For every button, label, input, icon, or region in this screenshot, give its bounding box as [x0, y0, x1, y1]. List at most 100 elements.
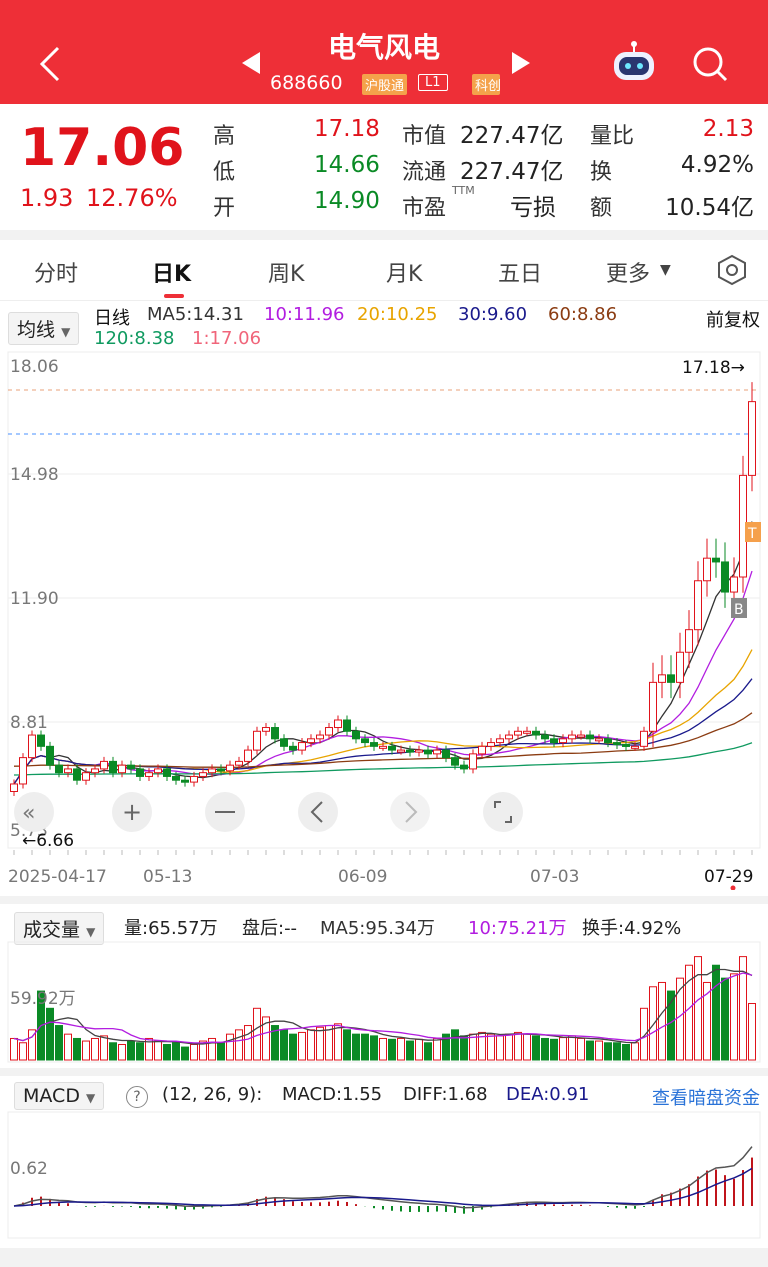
t-marker-label: T	[747, 526, 757, 542]
next-stock-icon[interactable]	[510, 50, 532, 76]
candle-body	[685, 629, 693, 653]
candle-body	[649, 681, 657, 732]
volume-chart[interactable]: 59.92万	[0, 940, 768, 1064]
tab-monthly[interactable]: 月K	[386, 256, 422, 288]
candle-body	[280, 738, 288, 747]
volume-bar	[712, 964, 720, 1061]
high-label: 高	[213, 124, 236, 149]
tab-intraday[interactable]: 分时	[34, 256, 78, 288]
settings-hexagon-icon[interactable]	[716, 254, 748, 286]
candles	[10, 382, 756, 797]
candle-body	[676, 651, 684, 683]
volume-bar	[280, 1029, 288, 1061]
tab-more[interactable]: 更多	[606, 256, 650, 288]
volume-bar	[433, 1037, 441, 1061]
candle-body	[577, 734, 585, 738]
float-cap-label: 流通	[402, 160, 447, 185]
after-hours-value: 盘后:--	[242, 918, 298, 939]
volume-bar	[649, 986, 657, 1061]
macd-dropdown-label: MACD	[23, 1085, 80, 1107]
volume-bar	[550, 1038, 558, 1061]
volume-bar	[19, 1042, 27, 1061]
candle-body	[91, 768, 99, 774]
search-icon[interactable]	[690, 44, 730, 84]
candle-body	[487, 742, 495, 747]
candle-body	[100, 760, 108, 770]
ma10-line	[13, 570, 753, 785]
ma20-line	[13, 649, 753, 785]
y-label: 8.81	[10, 713, 48, 733]
volume-bar	[721, 977, 729, 1061]
y-label: 14.98	[10, 465, 59, 485]
candle-body	[379, 745, 387, 749]
candle-body	[298, 742, 306, 751]
top-bar: 电气风电 688660 沪股通 L1 科创	[0, 0, 768, 104]
candle-body	[181, 779, 189, 783]
candle-body	[262, 727, 270, 732]
candle-body	[307, 738, 315, 744]
more-caret-icon[interactable]: ▼	[660, 262, 671, 278]
ma-dropdown[interactable]: 均线 ▼	[8, 312, 80, 345]
y-label: 11.90	[10, 589, 59, 609]
volume-bar	[424, 1042, 432, 1061]
price-change: 1.93	[20, 184, 74, 212]
macd-dropdown[interactable]: MACD ▼	[14, 1082, 105, 1110]
candle-body	[109, 760, 117, 774]
candle-body	[532, 730, 540, 736]
candle-body	[694, 580, 702, 631]
macd-chart[interactable]: 0.62	[0, 1110, 768, 1240]
volume-dropdown-label: 成交量	[23, 919, 81, 941]
quote-panel: 17.06 1.93 12.76% 高 17.18 市值 227.47亿 量比 …	[0, 104, 768, 230]
scroll-right-button[interactable]	[390, 792, 430, 832]
volume-bar	[379, 1037, 387, 1061]
volume-bar	[82, 1040, 90, 1061]
nav-controls: « +	[14, 792, 523, 832]
date-label: 05-13	[143, 867, 192, 887]
robot-assistant-icon[interactable]	[610, 40, 658, 84]
volume-ma10: 10:75.21万	[468, 918, 567, 939]
candle-body	[208, 768, 216, 774]
volume-bar	[244, 1025, 252, 1061]
candle-body	[721, 561, 729, 593]
candle-body	[514, 730, 522, 736]
volume-bar	[136, 1042, 144, 1061]
volume-ratio-label: 量比	[590, 124, 635, 149]
volume-bar	[46, 1007, 54, 1061]
volume-bar	[388, 1038, 396, 1061]
volume-bar	[217, 1042, 225, 1061]
volume-bar	[289, 1033, 297, 1061]
volume-ma5: MA5:95.34万	[320, 918, 435, 939]
candle-body	[352, 730, 360, 740]
candle-body	[496, 738, 504, 744]
double-left-icon: «	[22, 801, 35, 826]
candle-body	[235, 760, 243, 766]
tab-five-day[interactable]: 五日	[498, 256, 542, 288]
hgt-badge: 沪股通	[362, 74, 408, 95]
candle-body	[424, 749, 432, 755]
candle-body	[226, 764, 234, 772]
period-tabs: 分时 日K 周K 月K 五日 更多 ▼	[0, 240, 768, 300]
candle-body	[640, 730, 648, 747]
ma20-value: 20:10.25	[357, 304, 438, 325]
fullscreen-button[interactable]	[483, 792, 523, 832]
star-market-badge: 科创	[472, 74, 500, 95]
active-tab-indicator	[164, 294, 184, 298]
kline-chart[interactable]: 18.06 14.98 11.90 8.81 5.73 17.18→ ←6.66…	[0, 350, 768, 890]
candle-body	[586, 734, 594, 740]
tab-weekly[interactable]: 周K	[268, 256, 304, 288]
volume-bar	[559, 1037, 567, 1061]
tab-daily[interactable]: 日K	[152, 256, 191, 288]
date-label: 07-03	[530, 867, 579, 887]
scroll-left-button[interactable]	[298, 792, 338, 832]
candle-body	[604, 738, 612, 744]
candle-body	[613, 742, 621, 746]
volume-bar	[118, 1043, 126, 1061]
help-icon[interactable]: ?	[126, 1086, 148, 1108]
dark-pool-link[interactable]: 查看暗盘资金	[652, 1084, 760, 1110]
turnover-label: 换	[590, 160, 613, 185]
volume-bar	[451, 1029, 459, 1061]
caret-down-icon: ▼	[61, 325, 71, 339]
adjust-mode-button[interactable]: 前复权	[706, 306, 760, 332]
candle-body	[748, 401, 756, 476]
volume-bar	[586, 1040, 594, 1061]
